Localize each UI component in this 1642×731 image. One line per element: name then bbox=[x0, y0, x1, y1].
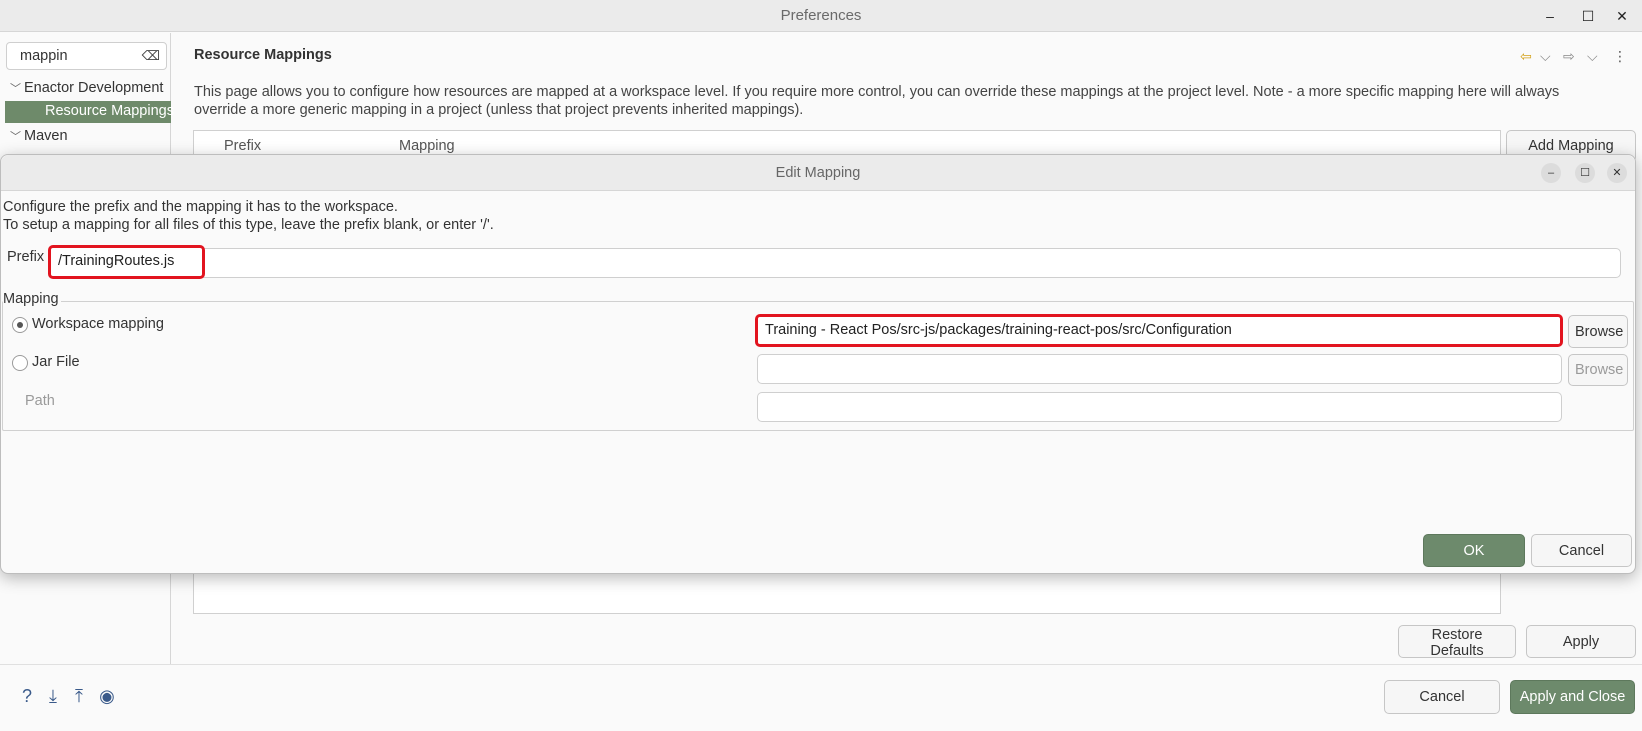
import-icon[interactable]: ⤓ bbox=[42, 685, 64, 707]
forward-menu-chevron-icon[interactable]: ⌵ bbox=[1587, 48, 1598, 65]
dialog-instructions: Configure the prefix and the mapping it … bbox=[3, 198, 494, 234]
filter-value: mappin bbox=[20, 48, 68, 64]
back-menu-chevron-icon[interactable]: ⌵ bbox=[1540, 48, 1551, 65]
footer-divider bbox=[0, 664, 1642, 665]
preferences-title: Preferences bbox=[780, 7, 862, 24]
instruction-line: Configure the prefix and the mapping it … bbox=[3, 199, 398, 215]
column-header-prefix[interactable]: Prefix bbox=[224, 138, 261, 154]
path-label: Path bbox=[25, 393, 55, 409]
back-icon[interactable]: ⇦ bbox=[1520, 48, 1532, 65]
path-input[interactable] bbox=[757, 392, 1562, 422]
prefix-input[interactable]: /TrainingRoutes.js bbox=[48, 245, 205, 279]
ok-button[interactable]: OK bbox=[1423, 534, 1525, 567]
page-description: This page allows you to configure how re… bbox=[194, 83, 1614, 119]
dialog-cancel-button[interactable]: Cancel bbox=[1531, 534, 1632, 567]
tree-item-maven[interactable]: ﹀ Maven bbox=[10, 128, 170, 144]
tree-item-label: Resource Mappings bbox=[45, 103, 174, 119]
close-icon[interactable]: ✕ bbox=[1612, 6, 1632, 26]
forward-icon[interactable]: ⇨ bbox=[1563, 48, 1575, 65]
prefix-field-background bbox=[49, 248, 1621, 278]
cancel-button[interactable]: Cancel bbox=[1384, 680, 1500, 714]
prefix-label: Prefix bbox=[7, 249, 45, 265]
jar-browse-button[interactable]: Browse bbox=[1568, 354, 1628, 386]
more-options-icon[interactable]: ⋮ bbox=[1613, 48, 1627, 65]
restore-defaults-button[interactable]: Restore Defaults bbox=[1398, 625, 1516, 659]
record-icon[interactable]: ◉ bbox=[96, 685, 118, 707]
maximize-icon[interactable]: ☐ bbox=[1578, 6, 1598, 26]
tree-item-label: Maven bbox=[24, 128, 68, 144]
dialog-title: Edit Mapping bbox=[775, 165, 861, 181]
page-title: Resource Mappings bbox=[194, 47, 332, 63]
jar-file-input[interactable] bbox=[757, 354, 1562, 384]
workspace-mapping-label[interactable]: Workspace mapping bbox=[32, 316, 164, 332]
chevron-down-icon: ﹀ bbox=[10, 131, 21, 143]
column-header-mapping[interactable]: Mapping bbox=[399, 138, 455, 154]
jar-file-label[interactable]: Jar File bbox=[32, 354, 80, 370]
apply-and-close-button[interactable]: Apply and Close bbox=[1510, 680, 1635, 714]
export-icon[interactable]: ⤒ bbox=[68, 685, 90, 707]
filter-input[interactable]: mappin ⌫ bbox=[6, 42, 167, 70]
chevron-down-icon: ﹀ bbox=[10, 83, 21, 95]
tree-item-enactor-development[interactable]: ﹀ Enactor Development bbox=[10, 80, 170, 96]
minimize-icon[interactable]: – bbox=[1540, 6, 1560, 26]
dialog-minimize-icon[interactable]: – bbox=[1541, 163, 1561, 183]
edit-mapping-dialog: Edit Mapping – ☐ ✕ Configure the prefix … bbox=[0, 154, 1636, 574]
tree-item-resource-mappings[interactable]: Resource Mappings bbox=[5, 101, 174, 123]
radio-selected-dot bbox=[17, 322, 23, 328]
dialog-close-icon[interactable]: ✕ bbox=[1607, 163, 1627, 183]
tree-item-label: Enactor Development bbox=[24, 80, 164, 96]
jar-file-radio[interactable] bbox=[12, 355, 28, 371]
workspace-mapping-radio[interactable] bbox=[12, 317, 28, 333]
dialog-maximize-icon[interactable]: ☐ bbox=[1575, 163, 1595, 183]
instruction-line: To setup a mapping for all files of this… bbox=[3, 217, 494, 233]
clear-filter-icon[interactable]: ⌫ bbox=[142, 48, 160, 64]
description-line: This page allows you to configure how re… bbox=[194, 84, 1560, 100]
workspace-browse-button[interactable]: Browse bbox=[1568, 315, 1628, 348]
help-icon[interactable]: ? bbox=[16, 685, 38, 707]
description-line: override a more generic mapping in a pro… bbox=[194, 102, 804, 118]
mapping-group-label: Mapping bbox=[3, 291, 61, 307]
apply-button[interactable]: Apply bbox=[1526, 625, 1636, 658]
workspace-path-input[interactable]: Training - React Pos/src-js/packages/tra… bbox=[755, 314, 1563, 347]
